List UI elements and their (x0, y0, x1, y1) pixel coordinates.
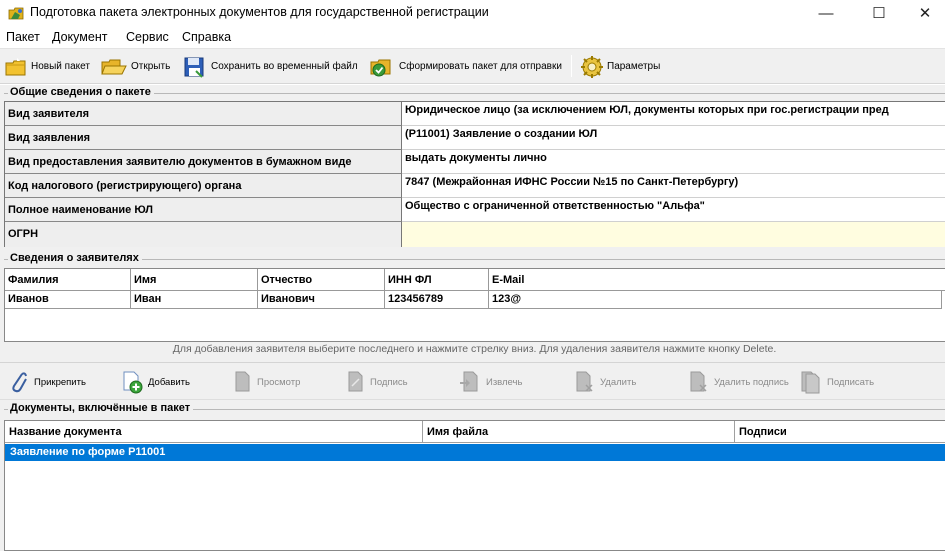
view-document-icon (235, 371, 250, 392)
property-key: Код налогового (регистрирующего) органа (5, 174, 402, 198)
main-toolbar: Новый пакет Открыть Сохранить во временн… (0, 48, 945, 84)
table-cell[interactable]: Иванович (258, 291, 385, 309)
table-cell[interactable]: 123@ (489, 291, 942, 309)
applicants-hint: Для добавления заявителя выберите послед… (4, 342, 945, 358)
extract-button[interactable]: Извлечь (458, 368, 522, 396)
menu-document[interactable]: Документ (52, 30, 107, 44)
delete-document-icon (576, 371, 593, 392)
open-folder-icon (101, 59, 127, 74)
sign-all-icon (801, 371, 820, 394)
open-button[interactable]: Открыть (100, 53, 170, 80)
section-divider (4, 259, 945, 260)
extract-icon (460, 371, 478, 392)
menu-package[interactable]: Пакет (6, 30, 40, 44)
sign-all-button[interactable]: Подписать (799, 368, 874, 396)
column-header[interactable]: Подписи (735, 421, 945, 443)
property-row[interactable]: ОГРН (5, 222, 945, 247)
new-package-button[interactable]: Новый пакет (4, 53, 90, 80)
property-key: Вид заявления (5, 126, 402, 150)
new-package-icon (5, 57, 26, 75)
property-value[interactable]: Юридическое лицо (за исключением ЮЛ, док… (402, 102, 945, 126)
documents-toolbar: Прикрепить Добавить Просмотр Подпись Изв… (0, 364, 945, 400)
save-temp-button[interactable]: Сохранить во временный файл (182, 53, 358, 80)
minimize-icon: — (818, 4, 834, 22)
delete-sign-button[interactable]: Удалить подпись (688, 368, 789, 396)
table-cell[interactable]: 123456789 (385, 291, 489, 309)
documents-section-title: Документы, включённые в пакет (8, 402, 194, 414)
property-key: Вид предоставления заявителю документов … (5, 150, 402, 174)
add-document-icon (123, 371, 143, 394)
column-header[interactable]: E-Mail (489, 269, 945, 291)
property-value[interactable]: Общество с ограниченной ответственностью… (402, 198, 945, 222)
column-header[interactable]: Имя файла (423, 421, 735, 443)
splitter[interactable] (0, 360, 945, 363)
gear-icon (581, 55, 603, 78)
property-key: ОГРН (5, 222, 402, 247)
build-package-icon (370, 59, 391, 76)
column-header[interactable]: Имя (131, 269, 258, 291)
ogrn-field[interactable] (402, 222, 945, 247)
column-header[interactable]: Фамилия (5, 269, 131, 291)
table-cell[interactable]: Иванов (5, 291, 131, 309)
table-row[interactable]: Заявление по форме Р11001 (5, 444, 945, 461)
minimize-button[interactable]: — (803, 0, 849, 26)
column-header[interactable]: Отчество (258, 269, 385, 291)
menu-bar: Пакет Документ Сервис Справка (0, 27, 945, 47)
add-button[interactable]: Добавить (120, 368, 190, 396)
property-row[interactable]: Полное наименование ЮЛ Общество с ограни… (5, 198, 945, 222)
toolbar-separator (571, 55, 572, 77)
close-icon: ✕ (918, 5, 932, 22)
delete-signature-icon (690, 371, 707, 392)
column-header[interactable]: ИНН ФЛ (385, 269, 489, 291)
property-row[interactable]: Вид заявителя Юридическое лицо (за исклю… (5, 102, 945, 126)
menu-help[interactable]: Справка (182, 30, 231, 44)
column-header[interactable]: Название документа (5, 421, 423, 443)
maximize-icon: ☐ (872, 5, 886, 22)
applicants-section-title: Сведения о заявителях (8, 252, 142, 264)
property-row[interactable]: Вид заявления (Р11001) Заявление о созда… (5, 126, 945, 150)
property-value[interactable]: (Р11001) Заявление о создании ЮЛ (402, 126, 945, 150)
build-package-button[interactable]: Сформировать пакет для отправки (368, 53, 562, 80)
table-cell[interactable]: Иван (131, 291, 258, 309)
paperclip-icon (12, 372, 27, 393)
close-button[interactable]: ✕ (902, 0, 945, 26)
maximize-button[interactable]: ☐ (856, 0, 902, 26)
menu-service[interactable]: Сервис (126, 30, 169, 44)
general-properties-grid: Вид заявителя Юридическое лицо (за исклю… (4, 101, 945, 247)
property-row[interactable]: Вид предоставления заявителю документов … (5, 150, 945, 174)
window-title: Подготовка пакета электронных документов… (30, 5, 489, 19)
property-row[interactable]: Код налогового (регистрирующего) органа … (5, 174, 945, 198)
sign-document-icon (348, 371, 363, 392)
general-section-title: Общие сведения о пакете (8, 86, 154, 98)
save-icon (184, 57, 204, 78)
app-icon (8, 7, 24, 20)
property-value[interactable]: 7847 (Межрайонная ИФНС России №15 по Сан… (402, 174, 945, 198)
property-value[interactable]: выдать документы лично (402, 150, 945, 174)
settings-button[interactable]: Параметры (580, 53, 660, 80)
view-button[interactable]: Просмотр (233, 368, 300, 396)
delete-button[interactable]: Удалить (574, 368, 636, 396)
sign-button[interactable]: Подпись (346, 368, 408, 396)
attach-button[interactable]: Прикрепить (8, 368, 86, 396)
property-key: Вид заявителя (5, 102, 402, 126)
documents-table: Название документа Имя файла Подписи Зая… (4, 420, 945, 551)
document-name: Заявление по форме Р11001 (10, 446, 166, 458)
property-key: Полное наименование ЮЛ (5, 198, 402, 222)
title-bar: Подготовка пакета электронных документов… (0, 0, 945, 26)
applicants-table: Фамилия Имя Отчество ИНН ФЛ E-Mail Ивано… (4, 268, 945, 342)
